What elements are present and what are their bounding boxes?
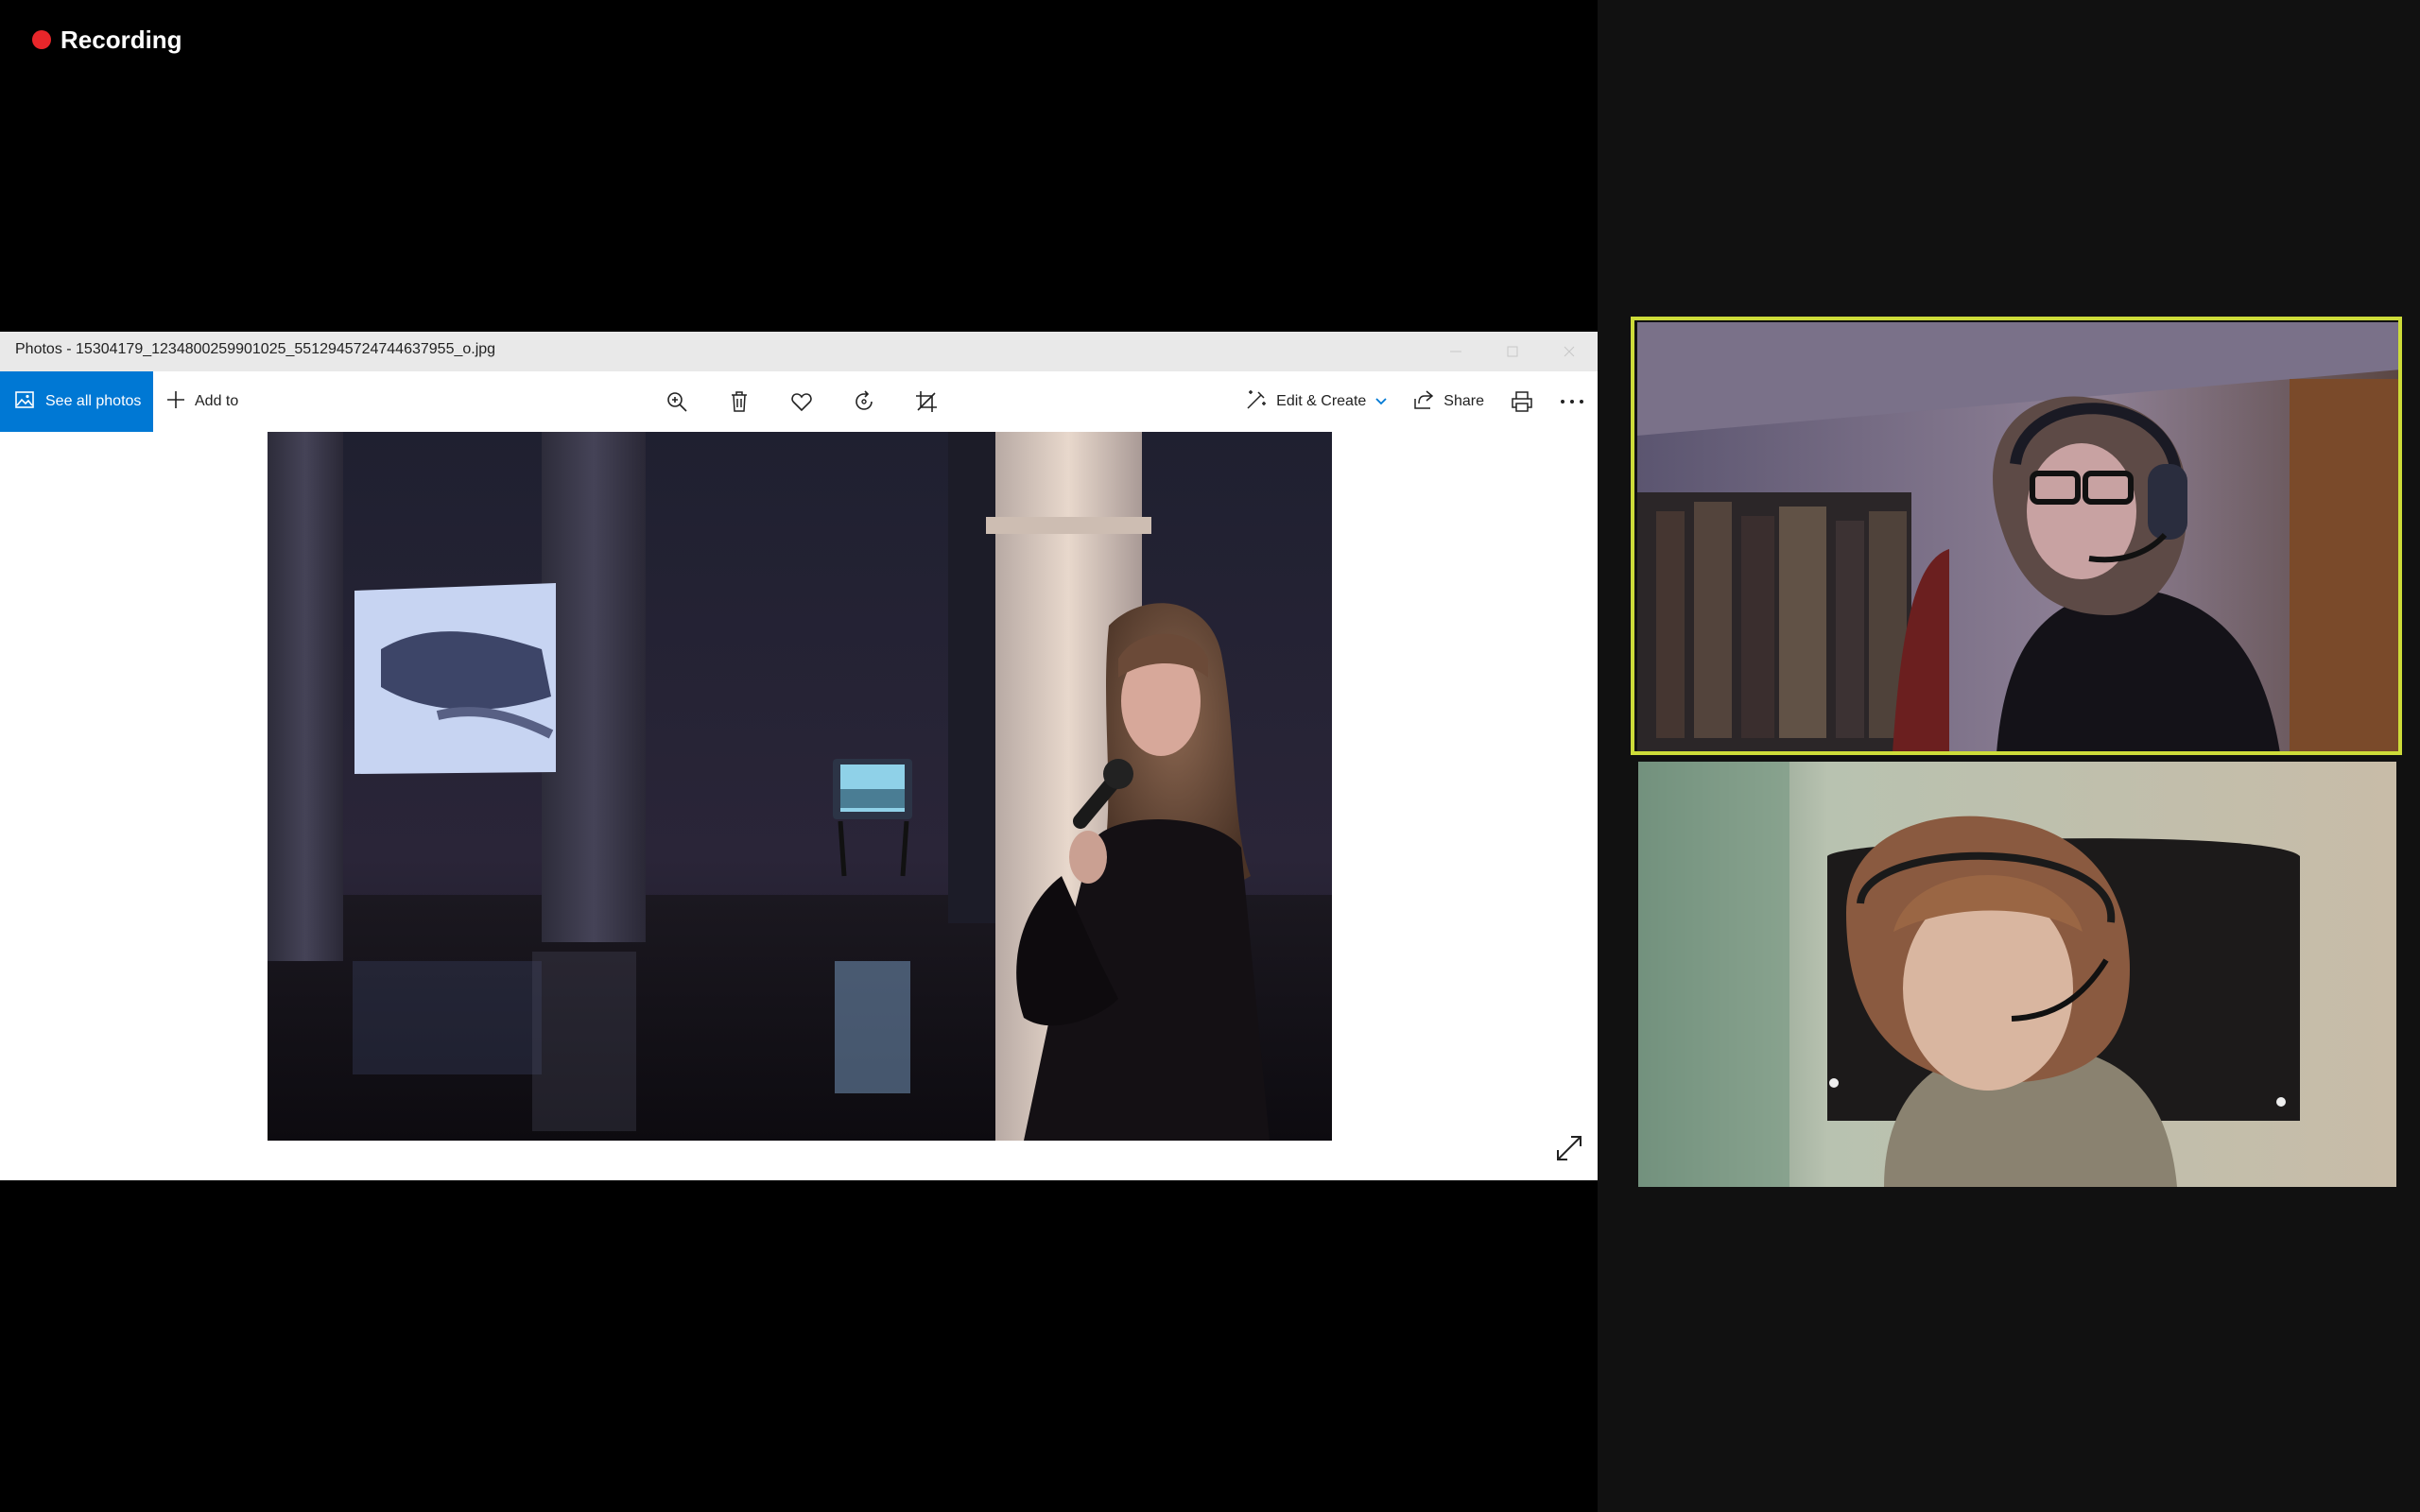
delete-icon[interactable]	[722, 385, 756, 419]
recording-indicator: Recording	[32, 25, 182, 55]
photos-title-bar: Photos - 15304179_1234800259901025_55129…	[0, 332, 1598, 371]
add-to-button[interactable]: Add to	[166, 371, 238, 432]
photos-toolbar: See all photos Add to Edit & Create Shar…	[0, 371, 1598, 432]
chevron-down-icon	[1375, 395, 1387, 409]
add-to-label: Add to	[195, 393, 239, 409]
see-all-photos-label: See all photos	[45, 393, 142, 409]
more-icon[interactable]	[1547, 371, 1598, 432]
photo-viewer	[0, 432, 1598, 1180]
rotate-icon[interactable]	[847, 385, 881, 419]
zoom-in-icon[interactable]	[660, 385, 694, 419]
close-button[interactable]	[1541, 332, 1598, 371]
photos-icon	[15, 390, 34, 414]
photo-tools	[660, 371, 943, 432]
participant-panel	[1598, 0, 2420, 1512]
edit-create-button[interactable]: Edit & Create	[1233, 371, 1400, 432]
edit-create-icon	[1246, 389, 1267, 415]
participant-video[interactable]	[1638, 762, 2396, 1187]
displayed-photo	[268, 432, 1332, 1141]
see-all-photos-button[interactable]: See all photos	[0, 371, 153, 432]
print-icon[interactable]	[1497, 371, 1547, 432]
favorite-icon[interactable]	[785, 385, 819, 419]
share-label: Share	[1443, 393, 1484, 409]
plus-icon	[166, 390, 185, 414]
recording-dot-icon	[32, 30, 51, 49]
share-icon	[1413, 389, 1434, 415]
edit-create-label: Edit & Create	[1276, 393, 1367, 409]
share-button[interactable]: Share	[1400, 371, 1497, 432]
expand-icon[interactable]	[1554, 1133, 1584, 1163]
photo-actions: Edit & Create Share	[1233, 371, 1598, 432]
window-controls	[1427, 332, 1598, 371]
crop-icon[interactable]	[909, 385, 943, 419]
recording-label: Recording	[60, 25, 182, 54]
minimize-button[interactable]	[1427, 332, 1484, 371]
maximize-button[interactable]	[1484, 332, 1541, 371]
shared-screen: Photos - 15304179_1234800259901025_55129…	[0, 332, 1598, 1180]
window-title: Photos - 15304179_1234800259901025_55129…	[15, 341, 496, 357]
active-speaker-frame	[1631, 317, 2402, 755]
